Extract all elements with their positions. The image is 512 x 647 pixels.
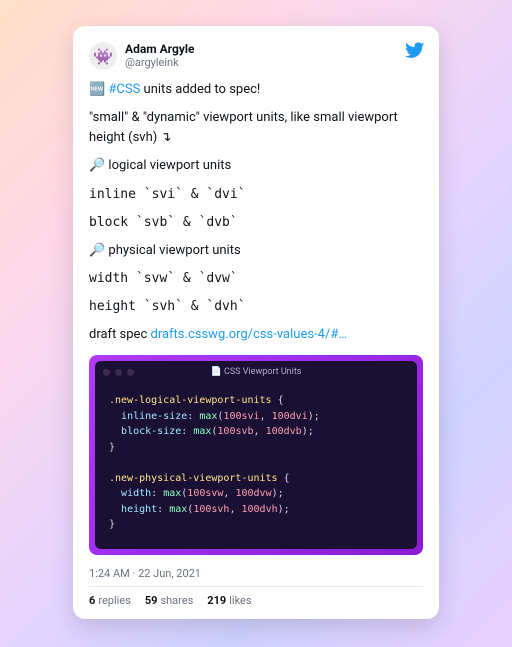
divider	[89, 586, 423, 587]
shares-count: 59	[145, 594, 158, 607]
tweet-card: 👾 Adam Argyle @argyleink 🆕 #CSS units ad…	[73, 26, 439, 619]
stat-replies[interactable]: 6replies	[89, 594, 131, 607]
line-logical-block: block `svb` & `dvb`	[89, 213, 423, 233]
tweet-stats: 6replies 59shares 219likes	[89, 594, 423, 607]
likes-label: likes	[229, 594, 251, 607]
draft-spec-line: draft spec drafts.csswg.org/css-values-4…	[89, 325, 423, 345]
code-window-title: 📄 CSS Viewport Units	[95, 367, 417, 377]
headline-rest: units added to spec!	[140, 82, 260, 97]
stat-likes[interactable]: 219likes	[207, 594, 251, 607]
replies-count: 6	[89, 594, 95, 607]
draft-spec-link[interactable]: drafts.csswg.org/css-values-4/#…	[150, 327, 347, 342]
author-handle[interactable]: @argyleink	[125, 56, 195, 69]
code-area: .new-logical-viewport-units { inline-siz…	[95, 383, 417, 549]
author-names: Adam Argyle @argyleink	[125, 42, 195, 70]
tweet-date: 22 Jun, 2021	[138, 567, 201, 580]
stat-shares[interactable]: 59shares	[145, 594, 193, 607]
shares-label: shares	[160, 594, 193, 607]
line-physical-height: height `svh` & `dvh`	[89, 297, 423, 317]
likes-count: 219	[207, 594, 226, 607]
avatar[interactable]: 👾	[89, 42, 117, 70]
avatar-emoji: 👾	[93, 47, 113, 66]
code-window: 📄 CSS Viewport Units .new-logical-viewpo…	[95, 361, 417, 549]
code-window-titlebar: 📄 CSS Viewport Units	[95, 361, 417, 383]
draft-spec-label: draft spec	[89, 327, 150, 342]
meta-sep: ·	[130, 567, 138, 580]
tweet-line-headline: 🆕 #CSS units added to spec!	[89, 80, 423, 100]
section-physical: 🔎 physical viewport units	[89, 241, 423, 261]
new-badge-emoji: 🆕	[89, 82, 105, 97]
twitter-logo-icon	[405, 40, 425, 60]
line-logical-inline: inline `svi` & `dvi`	[89, 185, 423, 205]
tweet-timestamp: 1:24 AM · 22 Jun, 2021	[89, 567, 423, 580]
replies-label: replies	[98, 594, 131, 607]
code-image: 📄 CSS Viewport Units .new-logical-viewpo…	[89, 355, 423, 555]
tweet-line-intro: "small" & "dynamic" viewport units, like…	[89, 108, 423, 148]
tweet-header: 👾 Adam Argyle @argyleink	[89, 42, 423, 70]
line-physical-width: width `svw` & `dvw`	[89, 269, 423, 289]
tweet-time: 1:24 AM	[89, 567, 130, 580]
hashtag-css[interactable]: #CSS	[108, 82, 140, 97]
author-display-name[interactable]: Adam Argyle	[125, 42, 195, 56]
section-logical: 🔎 logical viewport units	[89, 156, 423, 176]
tweet-body: 🆕 #CSS units added to spec! "small" & "d…	[89, 80, 423, 345]
